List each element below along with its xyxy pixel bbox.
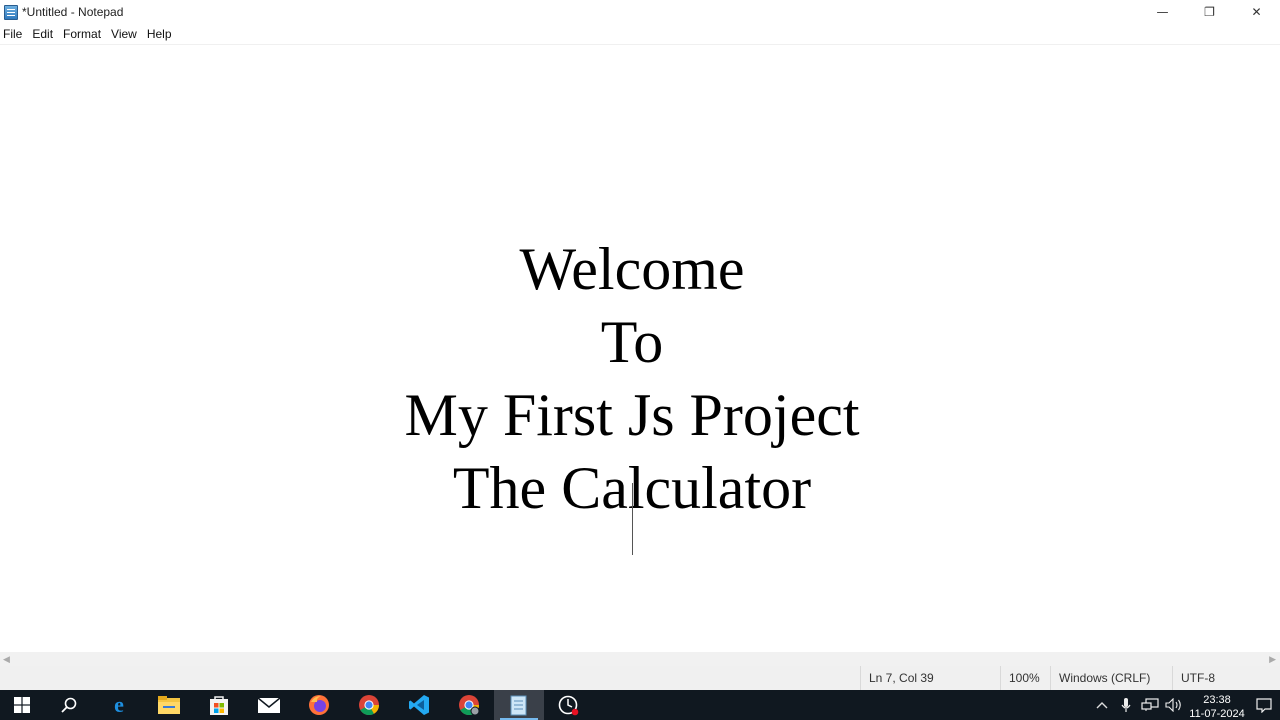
status-bar: Ln 7, Col 39 100% Windows (CRLF) UTF-8	[0, 666, 1280, 690]
document-text: Welcome To My First Js Project The Calcu…	[0, 233, 1264, 525]
taskbar: e 23:38 11-07-2024	[0, 690, 1280, 720]
document-line: To	[600, 309, 664, 375]
windows-start-icon	[14, 697, 30, 713]
chevron-up-icon	[1096, 702, 1108, 709]
taskbar-notepad[interactable]	[494, 690, 544, 720]
start-button[interactable]	[0, 690, 44, 720]
notepad-icon	[510, 695, 527, 716]
menu-edit[interactable]: Edit	[28, 27, 58, 41]
taskbar-store[interactable]	[194, 690, 244, 720]
action-center-button[interactable]	[1248, 690, 1280, 720]
mail-icon	[257, 697, 281, 713]
zoom-level: 100%	[1000, 666, 1051, 690]
chrome-profile-icon	[459, 695, 480, 716]
taskbar-file-explorer[interactable]	[144, 690, 194, 720]
volume-button[interactable]	[1162, 690, 1186, 720]
system-tray: 23:38 11-07-2024	[1090, 690, 1280, 720]
taskbar-edge[interactable]: e	[94, 690, 144, 720]
edge-icon: e	[114, 694, 124, 716]
cursor-position: Ln 7, Col 39	[860, 666, 1001, 690]
menu-view[interactable]: View	[107, 27, 142, 41]
text-caret	[632, 483, 633, 555]
network-button[interactable]	[1138, 690, 1162, 720]
menu-help[interactable]: Help	[143, 27, 177, 41]
taskbar-mail[interactable]	[244, 690, 294, 720]
file-explorer-icon	[158, 696, 180, 714]
document-line: Welcome	[519, 236, 745, 302]
title-bar: *Untitled - Notepad — ❐ ✕	[0, 0, 1280, 24]
screen-recorder-icon	[558, 695, 579, 716]
menu-format[interactable]: Format	[59, 27, 106, 41]
firefox-icon	[309, 695, 329, 715]
menu-bar: File Edit Format View Help	[0, 24, 1280, 45]
notification-icon	[1256, 698, 1272, 713]
microsoft-store-icon	[210, 696, 228, 715]
encoding: UTF-8	[1172, 666, 1271, 690]
scroll-left-icon[interactable]: ◀	[3, 652, 10, 666]
vertical-scrollbar[interactable]	[1264, 45, 1280, 652]
notepad-app-icon[interactable]	[4, 4, 18, 20]
vscode-icon	[409, 695, 429, 715]
clock-date: 11-07-2024	[1189, 708, 1245, 720]
speaker-icon	[1165, 698, 1181, 712]
menu-file[interactable]: File	[0, 27, 27, 41]
microphone-button[interactable]	[1114, 690, 1138, 720]
horizontal-scrollbar[interactable]: ◀ ▶	[0, 652, 1280, 666]
search-icon	[61, 697, 77, 713]
clock-time: 23:38	[1203, 694, 1231, 706]
network-icon	[1141, 698, 1159, 711]
show-hidden-icons-button[interactable]	[1090, 690, 1114, 720]
window-title: *Untitled - Notepad	[22, 5, 124, 19]
taskbar-clock[interactable]: 23:38 11-07-2024	[1186, 690, 1248, 720]
taskbar-chrome-profile[interactable]	[444, 690, 494, 720]
scroll-right-icon[interactable]: ▶	[1269, 652, 1276, 666]
taskbar-chrome[interactable]	[344, 690, 394, 720]
document-line: My First Js Project	[404, 382, 860, 448]
microphone-icon	[1121, 698, 1131, 712]
text-editor[interactable]: Welcome To My First Js Project The Calcu…	[0, 45, 1280, 652]
close-button[interactable]: ✕	[1233, 0, 1280, 24]
svg-text:e: e	[114, 694, 124, 716]
restore-button[interactable]: ❐	[1186, 0, 1233, 24]
line-ending: Windows (CRLF)	[1050, 666, 1172, 690]
search-button[interactable]	[44, 690, 94, 720]
minimize-button[interactable]: —	[1139, 0, 1186, 24]
window-controls: — ❐ ✕	[1139, 0, 1280, 24]
chrome-icon	[359, 695, 380, 716]
taskbar-firefox[interactable]	[294, 690, 344, 720]
taskbar-screen-recorder[interactable]	[544, 690, 594, 720]
taskbar-vscode[interactable]	[394, 690, 444, 720]
